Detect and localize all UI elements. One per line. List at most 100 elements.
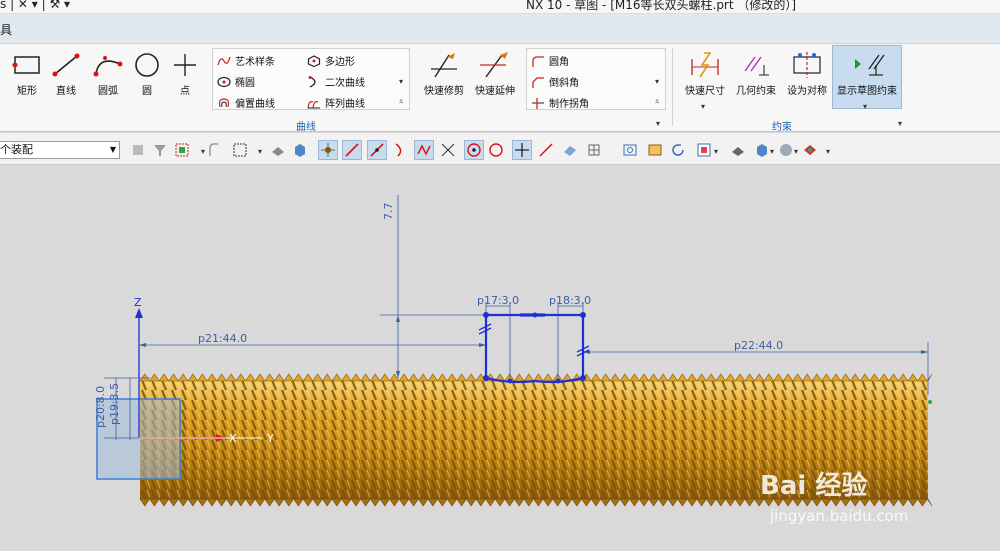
layer-visibility-icon[interactable] [800,140,820,160]
select-feature-icon[interactable] [128,140,148,160]
dimension-p18[interactable]: p18:3.0 [549,294,591,307]
curve-gallery-scroll-icon[interactable]: ▾ [399,77,403,86]
quick-extend-button[interactable]: 快速延伸 [469,50,521,97]
quick-trim-label: 快速修剪 [424,86,464,97]
snap-on-face-icon[interactable] [560,140,580,160]
dimension-left-2[interactable]: p19:3.5 [108,383,121,425]
rectangle-button[interactable]: 矩形 [7,50,47,97]
orient-view-icon[interactable] [694,140,714,160]
studio-spline-item[interactable]: 艺术样条 [217,53,275,68]
fillet-item[interactable]: 圆角 [531,53,569,68]
snap-line-icon[interactable] [342,140,362,160]
dimension-p21[interactable]: p21:44.0 [198,332,247,345]
snap-curve-icon[interactable] [390,140,410,160]
offset-curve-item[interactable]: 偏置曲线 [217,95,275,110]
sketch-vertices[interactable] [483,312,586,384]
snap-existing-point-icon[interactable] [512,140,532,160]
dimension-p17[interactable]: p17:3.0 [477,294,519,307]
geometric-constraint-button[interactable]: 几何约束 [731,50,781,97]
quick-trim-icon [418,50,470,80]
zoom-icon[interactable] [645,140,665,160]
corner-gallery: 圆角 倒斜角 制作拐角 ▾ ⩡ [526,48,666,110]
quick-trim-button[interactable]: 快速修剪 [418,50,470,97]
snap-bounded-grid-icon[interactable] [584,140,604,160]
show-constraints-button[interactable]: 显示草图约束 [832,45,902,109]
conic-item[interactable]: 二次曲线 [307,74,365,89]
ribbon: 矩形 直线 圆弧 圆 点 艺术样条 椭圆 偏置曲线 多边形 二次曲线 阵列曲线 … [0,44,1000,133]
line-label: 直线 [56,86,76,97]
dropdown-icon[interactable]: ▾ [826,147,830,156]
conic-icon [308,75,316,88]
dimension-7-7[interactable]: 7.7 [382,203,395,221]
chevron-down-icon: ▼ [109,145,116,154]
point-button[interactable]: 点 [165,50,205,97]
snap-quadrant-icon[interactable] [486,140,506,160]
dropdown-icon[interactable]: ▾ [794,147,798,156]
pattern-curve-item[interactable]: 阵列曲线 [307,95,365,110]
line-button[interactable]: 直线 [46,50,86,97]
arc-label: 圆弧 [98,86,118,97]
ellipse-item[interactable]: 椭圆 [217,74,255,89]
dropdown-icon[interactable]: ▾ [714,147,718,156]
graphics-window[interactable]: Z X Y [0,165,1000,551]
curve-group-expand-icon[interactable]: ▾ [656,119,660,128]
arc-button[interactable]: 圆弧 [88,50,128,97]
polygon-item[interactable]: 多边形 [307,53,355,68]
snap-on-curve-icon[interactable] [536,140,556,160]
make-symmetric-button[interactable]: 设为对称 [782,50,832,97]
snap-control-point-icon[interactable] [414,140,434,160]
dropdown-icon[interactable]: ▾ [770,147,774,156]
dimension-left-1[interactable]: p20:8.0 [94,386,107,428]
corner-gallery-more-icon[interactable]: ⩡ [655,97,660,107]
show-constraints-label: 显示草图约束 [837,86,897,97]
quick-access-toolbar[interactable]: s | ✕ ▾ | ⚒ ▾ [0,0,70,11]
rectangle-select-icon[interactable] [230,140,250,160]
dropdown-icon[interactable]: ▾ [258,147,262,156]
curve-group-label: 曲线 [296,122,316,133]
fit-view-icon[interactable] [620,140,640,160]
chamfer-item[interactable]: 倒斜角 [531,74,579,89]
quick-extend-label: 快速延伸 [475,86,515,97]
make-corner-item[interactable]: 制作拐角 [531,95,589,110]
assembly-filter-select[interactable]: 个装配 ▼ [0,141,120,159]
conic-label: 二次曲线 [325,78,365,89]
corner-gallery-scroll-icon[interactable]: ▾ [655,77,659,86]
curve-gallery: 艺术样条 椭圆 偏置曲线 多边形 二次曲线 阵列曲线 ▾ ⩡ [212,48,410,110]
dimension-p22[interactable]: p22:44.0 [734,339,783,352]
dropdown-icon[interactable]: ▾ [201,147,205,156]
render-style-icon[interactable] [728,140,748,160]
snap-icon[interactable] [204,140,224,160]
snap-center-icon[interactable] [464,140,484,160]
rapid-dimension-button[interactable]: 快速尺寸 [680,50,730,97]
rapid-dimension-label: 快速尺寸 [685,86,725,97]
background-icon[interactable] [776,140,796,160]
snap-intersection-icon[interactable] [438,140,458,160]
show-constraints-dropdown-icon[interactable]: ▾ [863,102,867,111]
quick-extend-icon [469,50,521,80]
baidu-watermark-url: jingyan.baidu.com [770,507,909,525]
spline-icon [217,56,231,65]
polygon-label: 多边形 [325,57,355,68]
groove-sketch-profile[interactable] [478,312,590,384]
pattern-curve-icon [307,100,320,108]
snap-midpoint-icon[interactable] [367,140,387,160]
rapid-dimension-dropdown-icon[interactable]: ▾ [701,102,705,111]
curve-gallery-more-icon[interactable]: ⩡ [399,97,404,107]
point-icon [165,50,205,80]
select-region-icon[interactable] [172,140,192,160]
menu-tools[interactable]: 具 [0,21,12,38]
constraint-group-expand-icon[interactable]: ▾ [898,119,902,128]
circle-icon [127,50,167,80]
solid-select-icon[interactable] [268,140,288,160]
snap-endpoint-icon[interactable] [318,140,338,160]
title-bar: s | ✕ ▾ | ⚒ ▾ NX 10 - 草图 - [M16等长双头螺柱.pr… [0,0,1000,14]
pattern-curve-label: 阵列曲线 [325,99,365,110]
point-label: 点 [180,86,190,97]
filter-icon[interactable] [150,140,170,160]
circle-button[interactable]: 圆 [127,50,167,97]
rotate-icon[interactable] [668,140,688,160]
y-axis-label: Y [266,432,274,445]
body-select-icon[interactable] [290,140,310,160]
rapid-dimension-icon [680,50,730,80]
edge-display-icon[interactable] [752,140,772,160]
